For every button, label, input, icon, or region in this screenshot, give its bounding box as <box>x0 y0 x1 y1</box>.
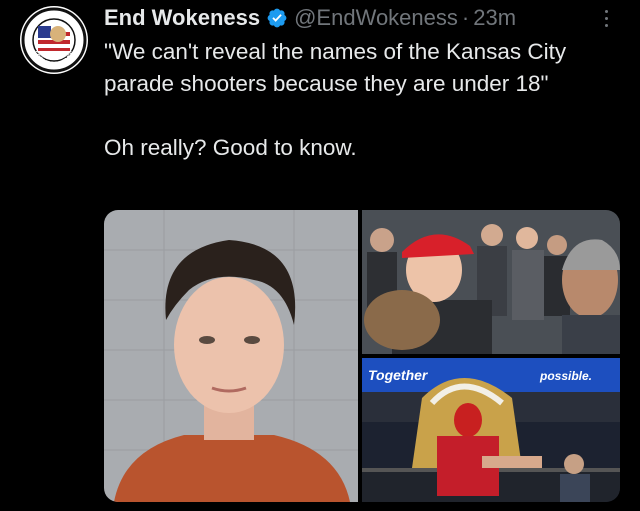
banner-text-left: Together <box>368 367 429 383</box>
separator-dot: · <box>461 5 470 30</box>
media-image-top-right[interactable] <box>362 210 620 354</box>
tweet-text-quote: "We can't reveal the names of the Kansas… <box>104 39 567 96</box>
timestamp[interactable]: 23m <box>473 5 516 31</box>
tweet[interactable]: I SUPPORT THE FORMER THENES End Wokeness… <box>0 0 640 511</box>
mugshot-photo <box>104 210 358 502</box>
banner-text-right: possible. <box>539 369 592 383</box>
tweet-text-comment: Oh really? Good to know. <box>104 135 357 160</box>
more-vertical-icon[interactable] <box>596 6 616 30</box>
display-name[interactable]: End Wokeness <box>104 5 260 31</box>
avatar[interactable]: I SUPPORT THE FORMER THENES <box>20 6 88 74</box>
crowd-photo <box>362 210 620 354</box>
handle[interactable]: @EndWokeness <box>294 5 458 31</box>
tweet-text: "We can't reveal the names of the Kansas… <box>104 36 624 164</box>
verified-badge-icon <box>266 7 288 29</box>
tweet-header: End Wokeness @EndWokeness · 23m <box>104 4 616 32</box>
media-grid: Together possible. <box>104 210 620 502</box>
media-image-bottom-right[interactable]: Together possible. <box>362 358 620 502</box>
media-image-left[interactable] <box>104 210 358 502</box>
avatar-badge-icon: I SUPPORT THE FORMER THENES <box>21 7 87 73</box>
stadium-fan-photo: Together possible. <box>362 358 620 502</box>
